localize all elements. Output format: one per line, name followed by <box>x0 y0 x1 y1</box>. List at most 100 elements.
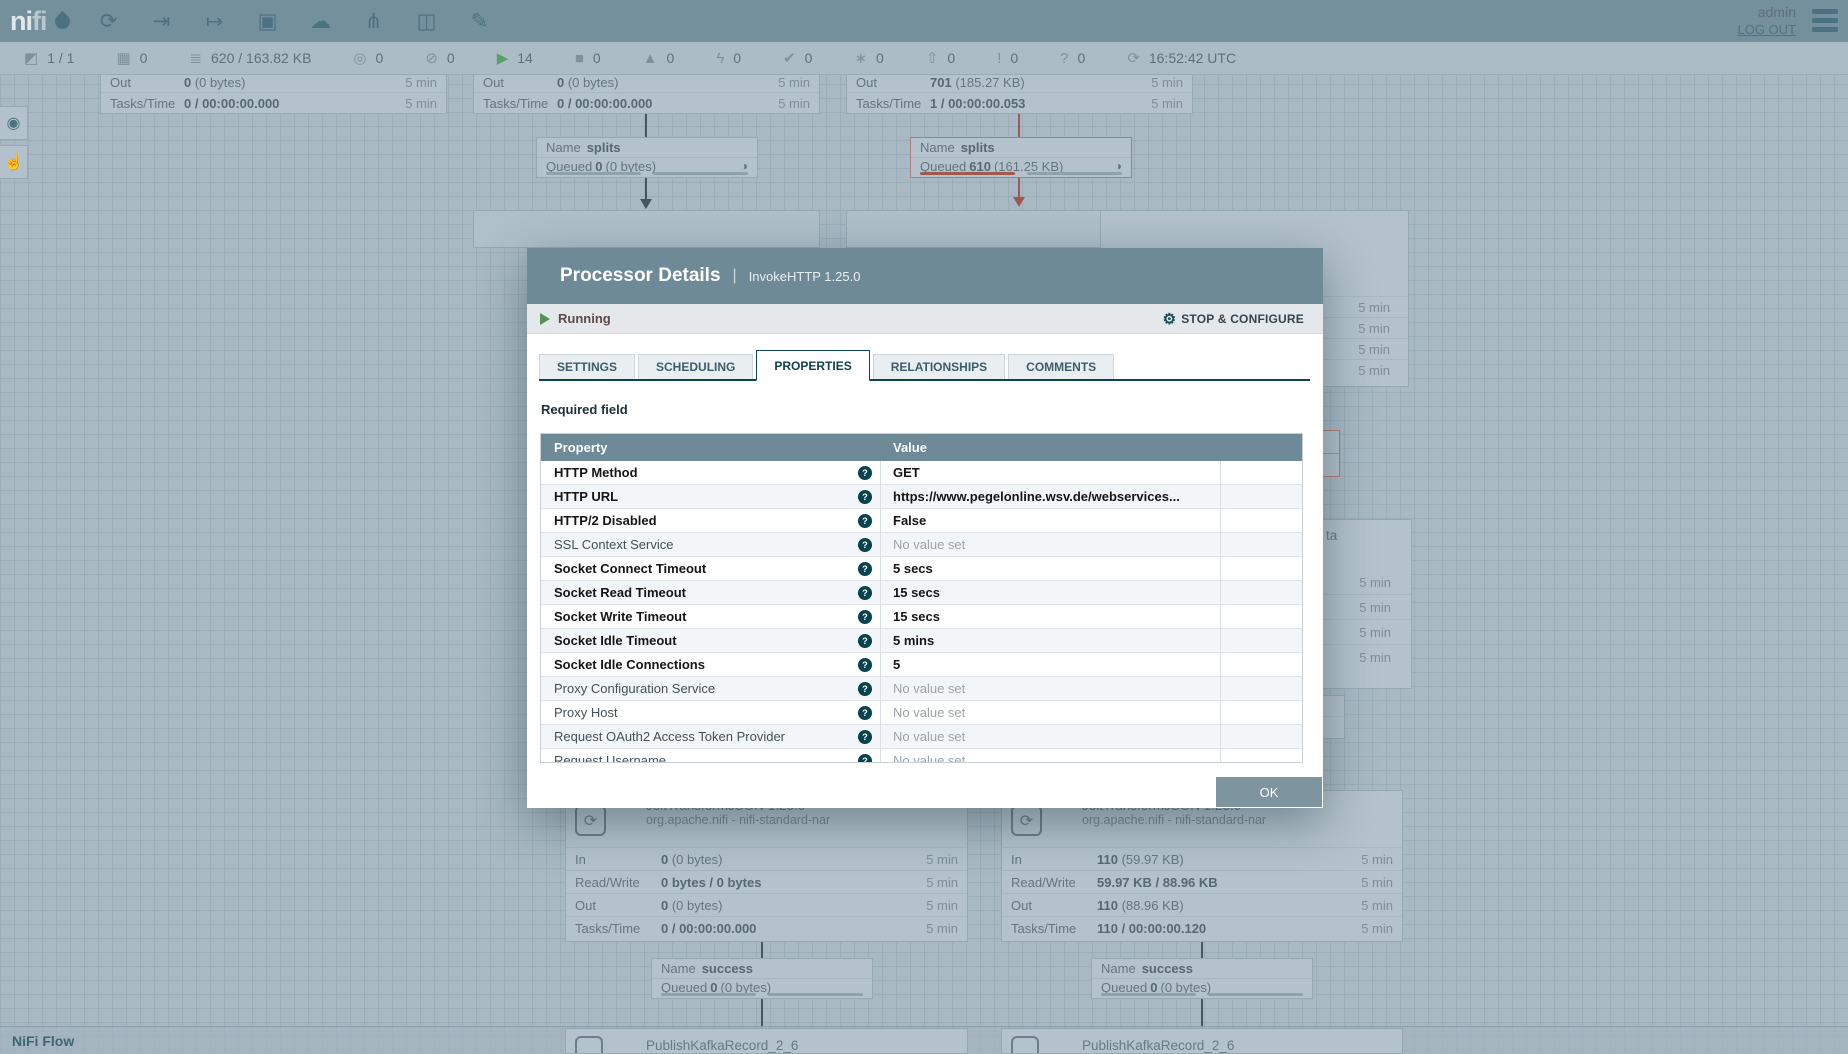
stat-row: Out0 (0 bytes)5 min <box>566 894 967 917</box>
processor-type-icon <box>575 1036 603 1054</box>
process-group-icon[interactable]: ▣ <box>251 4 285 38</box>
property-value: No value set <box>893 705 965 720</box>
up-to-date-icon: ✔ <box>783 51 796 66</box>
processor-details-dialog: Processor Details | InvokeHTTP 1.25.0 Ru… <box>527 248 1323 808</box>
not-transmitting-icon: ⊘ <box>425 51 438 66</box>
refresh-icon[interactable]: ⟳ <box>1127 51 1140 66</box>
status-item: ◎0 <box>353 50 383 66</box>
funnel-icon[interactable]: ⋔ <box>357 4 391 38</box>
disabled-icon: ϟ <box>716 51 724 66</box>
property-value: No value set <box>893 537 965 552</box>
navigate-icon: ◉ <box>7 113 21 133</box>
status-item: ?0 <box>1060 50 1085 66</box>
connection-line-red <box>1018 114 1020 137</box>
stale-icon: ⇧ <box>926 51 939 66</box>
app-header: nifi ⟳⇥↦▣☁⋔◫✎ admin LOG OUT <box>0 0 1848 42</box>
help-icon[interactable]: ? <box>858 682 872 696</box>
processor-type-icon <box>1011 1036 1039 1054</box>
template-icon[interactable]: ◫ <box>410 4 444 38</box>
processor-stats-fragment: Out0 (0 bytes)5 minTasks/Time0 / 00:00:0… <box>100 71 447 114</box>
run-status: Running <box>558 311 611 326</box>
global-menu-icon[interactable] <box>1810 7 1840 34</box>
column-value: Value <box>881 440 1221 455</box>
processor-box: ⟳ JoltTransformJSON 1.25.0 org.apache.ni… <box>1001 790 1403 942</box>
help-icon[interactable]: ? <box>858 538 872 552</box>
tab[interactable]: SETTINGS <box>539 354 635 379</box>
current-user: admin <box>1737 3 1796 21</box>
dialog-subtitle: InvokeHTTP 1.25.0 <box>749 269 861 284</box>
ok-button[interactable]: OK <box>1216 777 1322 807</box>
stopped-icon: ■ <box>575 51 584 66</box>
status-bar: ◩1 / 1▦0≣620 / 163.82 KB◎0⊘0▶14■0▲0ϟ0✔0∗… <box>0 42 1848 75</box>
operate-palette-button[interactable]: ☝ <box>0 145 28 179</box>
input-port-icon[interactable]: ⇥ <box>145 4 179 38</box>
running-icon: ▶ <box>497 51 509 66</box>
logout-link[interactable]: LOG OUT <box>1737 22 1796 39</box>
processor-box-fragment: PublishKafkaRecord_2_6 <box>1001 1028 1403 1054</box>
connection-label: Namesplits Queued610(161.25 KB)◑ <box>910 137 1132 178</box>
processor-box-fragment: PublishKafkaRecord_2_6 <box>565 1028 968 1054</box>
status-strip: Running ⚙ STOP & CONFIGURE <box>527 304 1323 334</box>
stop-and-configure-button[interactable]: ⚙ STOP & CONFIGURE <box>1157 309 1310 329</box>
label-icon[interactable]: ✎ <box>463 4 497 38</box>
remote-process-group-icon[interactable]: ☁ <box>304 4 338 38</box>
table-header: Property Value <box>541 434 1302 461</box>
property-value: 5 mins <box>893 633 934 648</box>
last-refresh[interactable]: ⟳ 16:52:42 UTC <box>1127 50 1236 66</box>
output-port-icon[interactable]: ↦ <box>198 4 232 38</box>
column-property: Property <box>541 440 881 455</box>
property-value: GET <box>893 465 920 480</box>
status-item: ✔0 <box>783 50 812 66</box>
stat-row: Tasks/Time0 / 00:00:00.0005 min <box>101 93 446 114</box>
tab[interactable]: COMMENTS <box>1008 354 1114 379</box>
invalid-icon: ▲ <box>643 51 658 66</box>
property-row: Proxy Configuration Service ? No value s… <box>541 677 1302 701</box>
help-icon[interactable]: ? <box>858 586 872 600</box>
processor-title: PublishKafkaRecord_2_6 <box>646 1029 967 1053</box>
help-icon[interactable]: ? <box>858 490 872 504</box>
properties-table: Property Value HTTP Method ? GET <box>540 433 1303 763</box>
property-value: No value set <box>893 753 965 763</box>
property-name: Socket Read Timeout <box>554 585 686 600</box>
property-row: Socket Idle Connections ? 5 <box>541 653 1302 677</box>
status-item: ▦0 <box>116 50 147 66</box>
processor-stats-fragment: Out0 (0 bytes)5 minTasks/Time0 / 00:00:0… <box>473 71 820 114</box>
property-row: HTTP/2 Disabled ? False <box>541 509 1302 533</box>
tab[interactable]: SCHEDULING <box>638 354 753 379</box>
help-icon[interactable]: ? <box>858 706 872 720</box>
help-icon[interactable]: ? <box>858 730 872 744</box>
gear-icon: ⚙ <box>1163 310 1177 328</box>
tab[interactable]: RELATIONSHIPS <box>873 354 1005 379</box>
help-icon[interactable]: ? <box>858 562 872 576</box>
tab[interactable]: PROPERTIES <box>756 350 869 381</box>
property-row: Proxy Host ? No value set <box>541 701 1302 725</box>
property-row: Request Username ? No value set <box>541 749 1302 763</box>
property-name: Socket Connect Timeout <box>554 561 706 576</box>
help-icon[interactable]: ? <box>858 610 872 624</box>
help-icon[interactable]: ? <box>858 658 872 672</box>
dialog-title: Processor Details <box>560 265 721 287</box>
connection-line <box>645 178 647 200</box>
transmitting-icon: ◎ <box>353 51 366 66</box>
modified-stale-icon: ! <box>997 51 1001 66</box>
help-icon[interactable]: ? <box>858 514 872 528</box>
status-item: ▲0 <box>643 50 675 66</box>
processor-icon[interactable]: ⟳ <box>92 4 126 38</box>
help-icon[interactable]: ? <box>858 634 872 648</box>
help-icon[interactable]: ? <box>858 466 872 480</box>
stat-row: Tasks/Time110 / 00:00:00.1205 min <box>1002 917 1402 940</box>
processor-title: PublishKafkaRecord_2_6 <box>1082 1029 1402 1053</box>
stat-row: Out110 (88.96 KB)5 min <box>1002 894 1402 917</box>
connection-label: Namesuccess Queued0(0 bytes) <box>1091 958 1313 999</box>
help-icon[interactable]: ? <box>858 754 872 764</box>
property-row: HTTP Method ? GET <box>541 461 1302 485</box>
processor-type-icon: ⟳ <box>1011 805 1042 836</box>
stat-row: Out701 (185.27 KB)5 min <box>847 72 1192 93</box>
property-value: https://www.pegelonline.wsv.de/webservic… <box>893 489 1180 504</box>
navigate-palette-button[interactable]: ◉ <box>0 106 28 140</box>
processor-bundle: org.apache.nifi - nifi-standard-nar <box>1082 813 1402 827</box>
property-value: 5 secs <box>893 561 933 576</box>
status-item: ◩1 / 1 <box>24 50 74 66</box>
property-name: SSL Context Service <box>554 537 673 552</box>
stat-row: Read/Write59.97 KB / 88.96 KB5 min <box>1002 871 1402 894</box>
